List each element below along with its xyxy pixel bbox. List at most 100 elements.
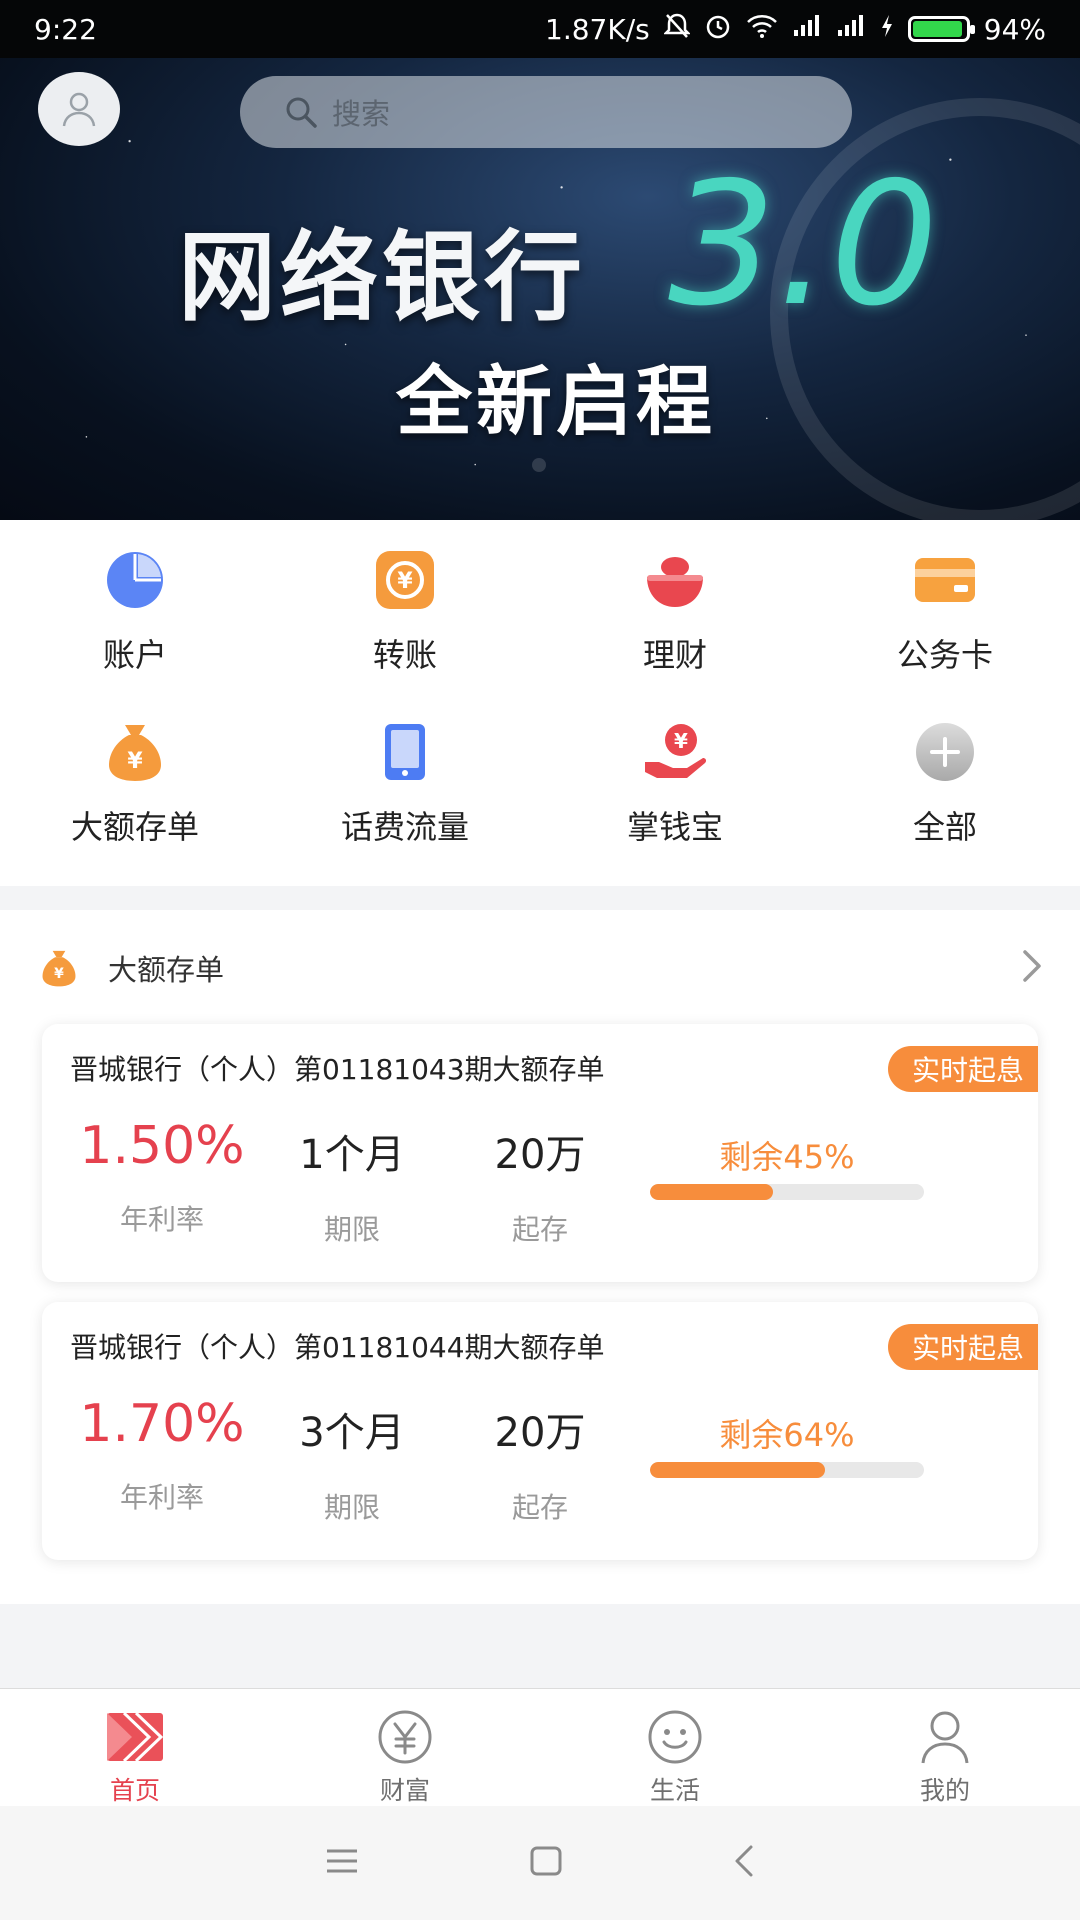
money-bag-icon: ¥ bbox=[103, 720, 167, 784]
remaining-progress: 剩余64% bbox=[650, 1410, 924, 1478]
min-amount-label: 起存 bbox=[511, 1491, 568, 1524]
home-icon bbox=[103, 1707, 167, 1767]
quick-action-label: 账户 bbox=[102, 636, 167, 674]
quick-action-label: 转账 bbox=[372, 636, 437, 674]
pie-chart-icon bbox=[103, 548, 167, 612]
search-input[interactable]: 搜索 bbox=[332, 91, 390, 133]
rate-label: 年利率 bbox=[119, 1481, 204, 1514]
quick-action-label: 公务卡 bbox=[896, 636, 993, 674]
quick-action-large-deposit[interactable]: ¥ 大额存单 bbox=[0, 720, 270, 848]
quick-action-business-card[interactable]: 公务卡 bbox=[810, 548, 1080, 676]
progress-fill bbox=[650, 1462, 826, 1478]
quick-action-pocket-money[interactable]: ¥ 掌钱宝 bbox=[540, 720, 810, 848]
battery-fill bbox=[912, 21, 962, 37]
svg-text:¥: ¥ bbox=[397, 569, 413, 594]
menu-icon[interactable] bbox=[325, 1848, 359, 1878]
large-deposit-section: ¥ 大额存单 晋城银行（个人）第01181043期大额存单 实时起息 1.50%… bbox=[0, 910, 1080, 1604]
tab-label: 我的 bbox=[919, 1776, 970, 1805]
section-more-button[interactable] bbox=[1008, 940, 1056, 992]
bottom-nav: 首页 财富 生活 我的 bbox=[0, 1688, 1080, 1806]
home-square-icon[interactable] bbox=[529, 1845, 563, 1881]
remaining-text: 剩余64% bbox=[719, 1416, 855, 1454]
signal-icon bbox=[792, 14, 822, 45]
alarm-icon bbox=[704, 12, 732, 47]
rate-value: 1.50% bbox=[79, 1116, 245, 1176]
search-bar[interactable]: 搜索 bbox=[240, 76, 852, 148]
quick-action-label: 大额存单 bbox=[70, 808, 199, 846]
quick-action-all[interactable]: 全部 bbox=[810, 720, 1080, 848]
card-icon bbox=[913, 548, 977, 612]
quick-action-wealth[interactable]: 理财 bbox=[540, 548, 810, 676]
min-amount-metric: 20万 起存 bbox=[460, 1122, 620, 1248]
status-bar: 9:22 1.87K/s 94% bbox=[0, 0, 1080, 58]
tab-wealth[interactable]: 财富 bbox=[270, 1689, 540, 1806]
charging-icon bbox=[880, 14, 894, 45]
yuan-icon bbox=[373, 1707, 437, 1767]
user-icon bbox=[62, 92, 96, 127]
min-amount-metric: 20万 起存 bbox=[460, 1400, 620, 1526]
money-bag-icon: ¥ bbox=[42, 950, 76, 987]
tab-label: 生活 bbox=[649, 1776, 700, 1805]
product-title: 晋城银行（个人）第01181044期大额存单 bbox=[70, 1331, 605, 1364]
mute-icon bbox=[662, 12, 691, 47]
rate-metric: 1.50% 年利率 bbox=[72, 1116, 252, 1238]
min-amount-value: 20万 bbox=[494, 1132, 586, 1178]
section-title: 大额存单 bbox=[108, 953, 225, 987]
product-title: 晋城银行（个人）第01181043期大额存单 bbox=[70, 1053, 605, 1086]
svg-text:¥: ¥ bbox=[674, 729, 688, 753]
quick-action-label: 掌钱宝 bbox=[626, 808, 723, 846]
term-metric: 1个月 期限 bbox=[272, 1122, 432, 1248]
banner-subtitle: 全新启程 bbox=[396, 357, 716, 446]
banner-headline: 网络银行 bbox=[178, 221, 587, 335]
net-speed: 1.87K/s bbox=[545, 12, 650, 46]
min-amount-value: 20万 bbox=[494, 1410, 586, 1456]
search-icon bbox=[286, 97, 317, 128]
quick-action-label: 理财 bbox=[642, 636, 707, 674]
screen: 9:22 1.87K/s 94% 网络银行 3.0 全新启程 搜索 账户 ¥ 转… bbox=[0, 0, 1080, 1920]
smile-icon bbox=[643, 1707, 707, 1767]
quick-action-label: 全部 bbox=[912, 808, 977, 846]
back-icon[interactable] bbox=[733, 1844, 755, 1882]
system-nav-bar bbox=[0, 1806, 1080, 1920]
svg-text:¥: ¥ bbox=[127, 749, 143, 774]
progress-track bbox=[650, 1184, 924, 1200]
tab-life[interactable]: 生活 bbox=[540, 1689, 810, 1806]
quick-action-account[interactable]: 账户 bbox=[0, 548, 270, 676]
chevron-right-icon bbox=[1023, 950, 1041, 982]
user-icon bbox=[913, 1707, 977, 1767]
interest-badge: 实时起息 bbox=[887, 1324, 1038, 1370]
quick-action-phone-data[interactable]: 话费流量 bbox=[270, 720, 540, 848]
tab-label: 财富 bbox=[379, 1776, 430, 1805]
rate-label: 年利率 bbox=[119, 1203, 204, 1236]
carousel-indicator bbox=[532, 458, 546, 472]
tab-home[interactable]: 首页 bbox=[0, 1689, 270, 1806]
plus-circle-icon bbox=[913, 720, 977, 784]
tab-mine[interactable]: 我的 bbox=[810, 1689, 1080, 1806]
rate-metric: 1.70% 年利率 bbox=[72, 1394, 252, 1516]
transfer-icon: ¥ bbox=[373, 548, 437, 612]
progress-track bbox=[650, 1462, 924, 1478]
signal-icon-2 bbox=[836, 14, 866, 45]
hand-coin-icon: ¥ bbox=[643, 720, 707, 784]
section-header[interactable]: ¥ 大额存单 bbox=[40, 938, 224, 998]
term-value: 1个月 bbox=[299, 1132, 405, 1178]
quick-action-transfer[interactable]: ¥ 转账 bbox=[270, 548, 540, 676]
min-amount-label: 起存 bbox=[511, 1213, 568, 1246]
interest-badge: 实时起息 bbox=[887, 1046, 1038, 1092]
gold-ingot-icon bbox=[643, 548, 707, 612]
svg-text:¥: ¥ bbox=[54, 966, 64, 982]
quick-action-label: 话费流量 bbox=[340, 808, 469, 846]
tab-label: 首页 bbox=[109, 1776, 160, 1805]
deposit-product-card[interactable]: 晋城银行（个人）第01181044期大额存单 实时起息 1.70% 年利率 3个… bbox=[42, 1302, 1038, 1560]
remaining-text: 剩余45% bbox=[719, 1138, 855, 1176]
term-label: 期限 bbox=[323, 1213, 380, 1246]
term-label: 期限 bbox=[323, 1491, 380, 1524]
avatar-button[interactable] bbox=[38, 72, 120, 146]
rate-value: 1.70% bbox=[79, 1394, 245, 1454]
quick-actions-grid: 账户 ¥ 转账 理财 公务卡 ¥ 大额存单 话费流量 ¥ 掌钱宝 全部 bbox=[0, 520, 1080, 886]
phone-icon bbox=[373, 720, 437, 784]
remaining-progress: 剩余45% bbox=[650, 1132, 924, 1200]
deposit-product-card[interactable]: 晋城银行（个人）第01181043期大额存单 实时起息 1.50% 年利率 1个… bbox=[42, 1024, 1038, 1282]
term-value: 3个月 bbox=[299, 1410, 405, 1456]
status-time: 9:22 bbox=[34, 12, 97, 46]
